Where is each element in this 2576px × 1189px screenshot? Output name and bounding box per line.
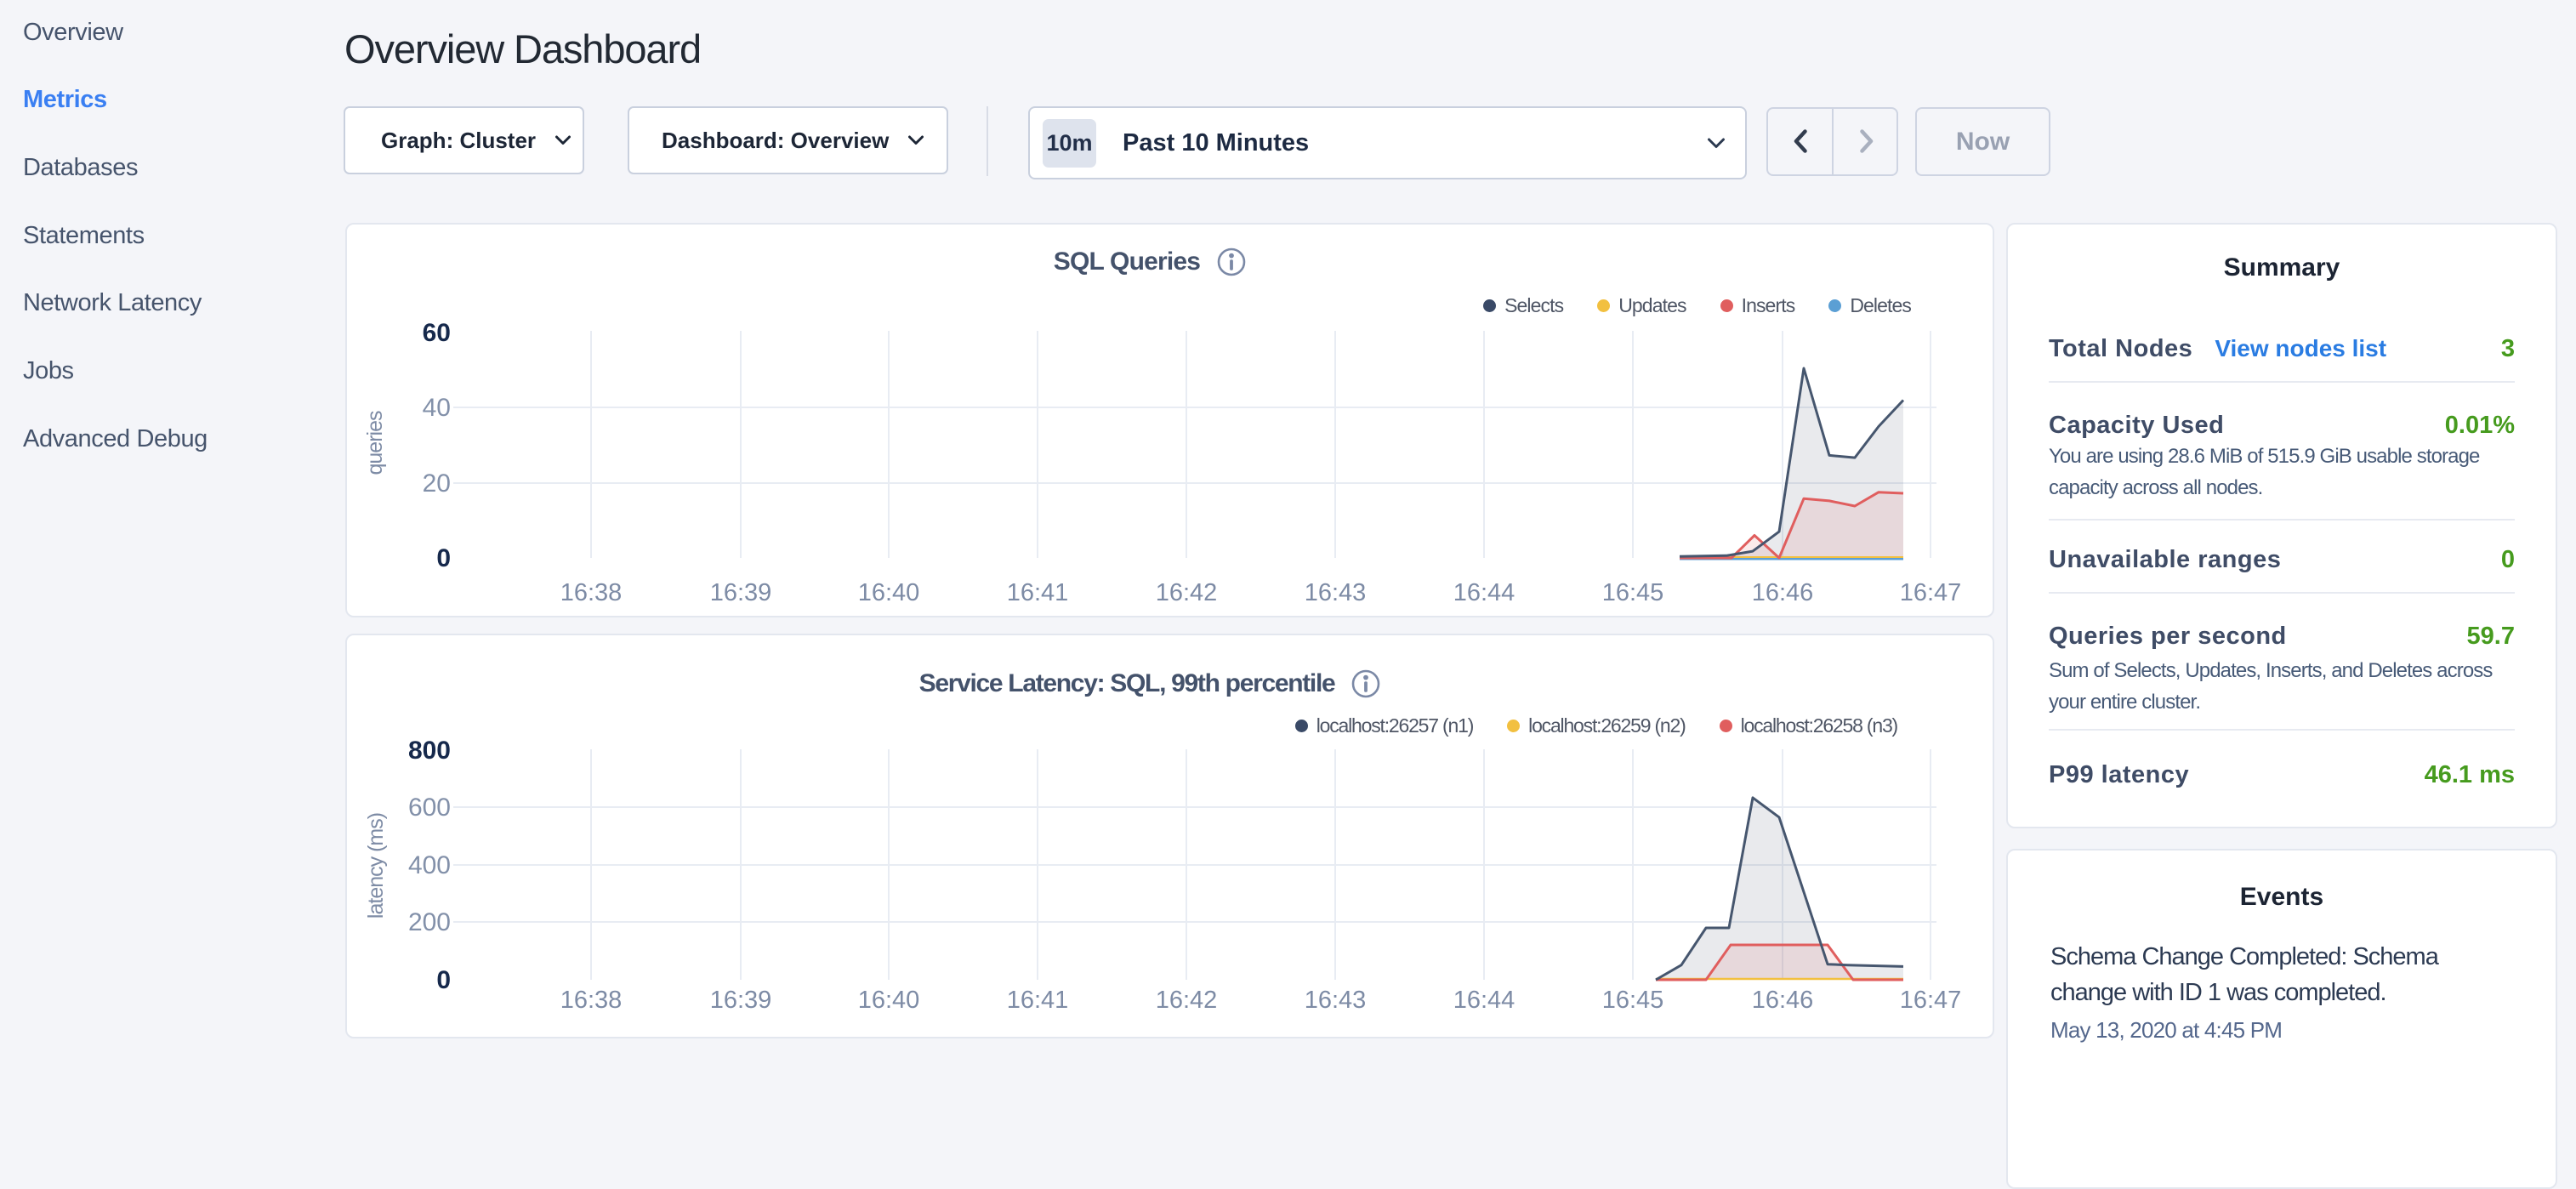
- svg-text:400: 400: [408, 851, 451, 879]
- svg-text:800: 800: [408, 737, 451, 765]
- svg-text:16:44: 16:44: [1453, 987, 1515, 1014]
- svg-text:16:41: 16:41: [1007, 987, 1069, 1014]
- svg-text:16:45: 16:45: [1602, 987, 1664, 1014]
- svg-text:16:47: 16:47: [1900, 987, 1962, 1014]
- svg-text:16:40: 16:40: [858, 987, 920, 1014]
- svg-text:0: 0: [436, 966, 451, 994]
- svg-text:16:39: 16:39: [710, 987, 772, 1014]
- svg-text:16:44: 16:44: [1453, 579, 1515, 606]
- svg-text:16:46: 16:46: [1752, 579, 1814, 606]
- svg-text:16:45: 16:45: [1602, 579, 1664, 606]
- svg-text:0: 0: [436, 544, 451, 572]
- svg-text:latency (ms): latency (ms): [364, 813, 388, 919]
- svg-text:16:39: 16:39: [710, 579, 772, 606]
- svg-text:16:43: 16:43: [1305, 579, 1367, 606]
- svg-text:16:38: 16:38: [560, 987, 623, 1014]
- svg-text:40: 40: [423, 394, 451, 422]
- svg-text:16:41: 16:41: [1007, 579, 1069, 606]
- svg-text:600: 600: [408, 794, 451, 822]
- svg-text:16:47: 16:47: [1900, 579, 1962, 606]
- svg-text:16:46: 16:46: [1752, 987, 1814, 1014]
- svg-text:16:42: 16:42: [1156, 579, 1218, 606]
- svg-text:200: 200: [408, 908, 451, 936]
- svg-text:16:40: 16:40: [858, 579, 920, 606]
- svg-text:60: 60: [423, 319, 451, 347]
- svg-text:16:42: 16:42: [1156, 987, 1218, 1014]
- svg-text:16:43: 16:43: [1305, 987, 1367, 1014]
- svg-text:queries: queries: [363, 411, 387, 475]
- svg-text:16:38: 16:38: [560, 579, 623, 606]
- svg-text:20: 20: [423, 469, 451, 498]
